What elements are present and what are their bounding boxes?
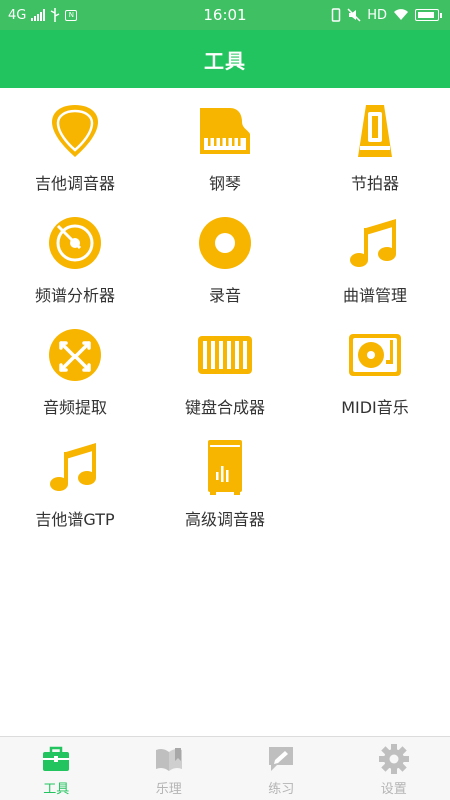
- advanced-tuner-icon: [208, 440, 242, 495]
- guitar-pick-icon: [52, 105, 98, 157]
- tab-practice[interactable]: 练习: [225, 737, 338, 800]
- tool-guitar-tuner[interactable]: 吉他调音器: [0, 96, 150, 208]
- tool-label: 曲谱管理: [342, 286, 407, 305]
- music-note-icon: [350, 219, 396, 267]
- toolbox-icon: [43, 746, 70, 771]
- vibrate-icon: [331, 8, 341, 22]
- tool-label: 录音: [208, 286, 241, 305]
- disc-analyzer-icon: [49, 217, 101, 269]
- battery-icon: [415, 9, 442, 21]
- tool-label: 钢琴: [208, 174, 241, 193]
- tool-record[interactable]: 录音: [150, 208, 300, 320]
- tab-label: 工具: [43, 782, 70, 797]
- audio-extract-icon: [49, 329, 101, 381]
- tool-keyboard-synth[interactable]: 键盘合成器: [150, 320, 300, 432]
- turntable-icon: [349, 334, 401, 376]
- tool-advanced-tuner[interactable]: 高级调音器: [150, 432, 300, 544]
- page-title: 工具: [0, 30, 450, 88]
- keyboard-synth-icon: [198, 336, 252, 374]
- status-right: HD: [292, 8, 442, 23]
- tab-label: 设置: [380, 782, 407, 797]
- edit-icon: [269, 747, 294, 771]
- usb-icon: [51, 8, 60, 22]
- tool-label: 高级调音器: [184, 510, 265, 529]
- hd-label: HD: [367, 7, 387, 23]
- record-disc-icon: [199, 217, 251, 269]
- bottom-tab-bar: 工具 乐理 练习 设置: [0, 736, 450, 800]
- tool-midi-music[interactable]: MIDI音乐: [300, 320, 450, 432]
- mute-icon: [347, 8, 361, 22]
- tab-tools[interactable]: 工具: [0, 737, 113, 800]
- tool-audio-extract[interactable]: 音频提取: [0, 320, 150, 432]
- tab-music-theory[interactable]: 乐理: [113, 737, 226, 800]
- tool-label: 频谱分析器: [34, 286, 115, 305]
- status-left: 4G N: [8, 8, 158, 23]
- music-note-icon: [50, 443, 96, 491]
- tab-label: 练习: [268, 782, 295, 797]
- tool-metronome[interactable]: 节拍器: [300, 96, 450, 208]
- network-type: 4G: [8, 7, 27, 23]
- tool-label: 节拍器: [350, 174, 399, 193]
- tool-label: 吉他谱GTP: [35, 510, 115, 529]
- tool-label: 音频提取: [42, 398, 107, 417]
- status-time: 16:01: [203, 6, 247, 24]
- tool-spectrum-analyzer[interactable]: 频谱分析器: [0, 208, 150, 320]
- tool-piano[interactable]: 钢琴: [150, 96, 300, 208]
- gear-icon: [378, 744, 409, 774]
- tool-label: 吉他调音器: [34, 174, 115, 193]
- piano-icon: [200, 108, 250, 154]
- tool-label: 键盘合成器: [184, 398, 265, 417]
- book-icon: [155, 748, 182, 771]
- signal-icon: [31, 9, 46, 21]
- metronome-icon: [358, 105, 392, 157]
- tool-grid: 吉他调音器 钢琴 节拍器 频谱分析器 录音 曲谱管理 音频提取 键盘合成器 MI…: [0, 96, 450, 544]
- tool-guitar-tab-gtp[interactable]: 吉他谱GTP: [0, 432, 150, 544]
- tool-label: MIDI音乐: [341, 398, 409, 417]
- tab-settings[interactable]: 设置: [338, 737, 450, 800]
- status-bar: 4G N 16:01 HD: [0, 0, 450, 30]
- nfc-icon: N: [65, 9, 78, 21]
- wifi-icon: [394, 9, 408, 20]
- tab-label: 乐理: [155, 782, 182, 797]
- tool-score-management[interactable]: 曲谱管理: [300, 208, 450, 320]
